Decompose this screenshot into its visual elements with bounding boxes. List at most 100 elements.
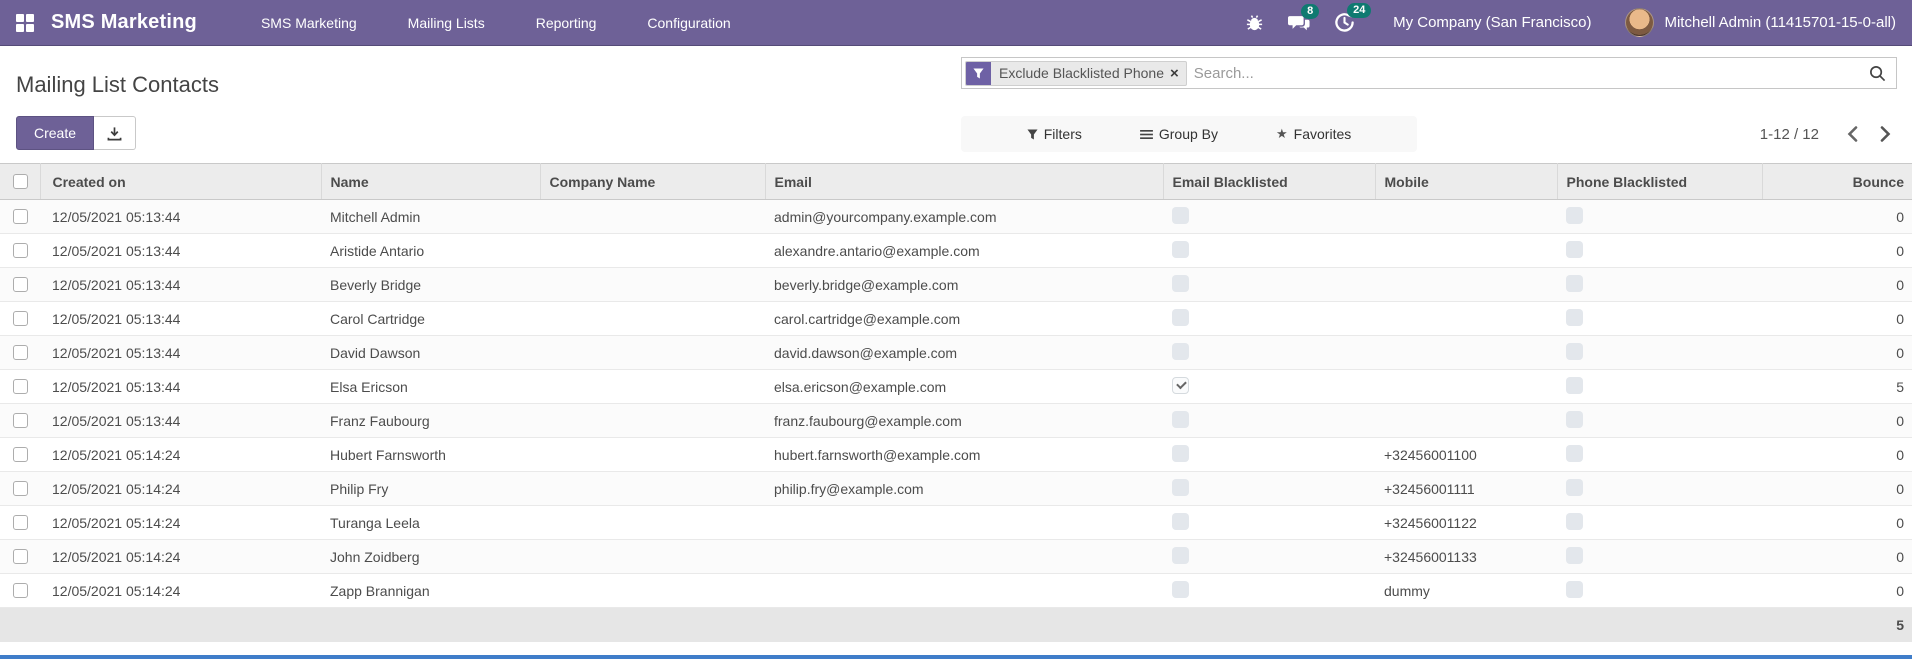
search-input[interactable]: Search... <box>1194 65 1869 82</box>
cell-email: alexandre.antario@example.com <box>765 233 1163 268</box>
column-name[interactable]: Name <box>321 163 541 200</box>
pager-range: 1-12 / 12 <box>1759 125 1819 143</box>
debug-bug-icon[interactable] <box>1245 13 1264 32</box>
table-row[interactable]: 12/05/2021 05:13:44 Mitchell Admin admin… <box>0 199 1912 234</box>
row-select-checkbox[interactable] <box>13 549 28 564</box>
row-select-checkbox[interactable] <box>13 515 28 530</box>
table-row[interactable]: 12/05/2021 05:13:44 David Dawson david.d… <box>0 335 1912 370</box>
table-row[interactable]: 12/05/2021 05:13:44 Elsa Ericson elsa.er… <box>0 369 1912 404</box>
cell-name: Franz Faubourg <box>321 403 540 438</box>
email-blacklisted-checkbox <box>1172 240 1189 258</box>
row-select-checkbox[interactable] <box>13 277 28 292</box>
company-switcher[interactable]: My Company (San Francisco) <box>1393 14 1591 31</box>
search-facet: Exclude Blacklisted Phone × <box>965 60 1187 86</box>
search-submit-button[interactable] <box>1869 65 1886 82</box>
cell-email: admin@yourcompany.example.com <box>765 199 1163 234</box>
user-avatar[interactable] <box>1625 8 1655 37</box>
cell-created-on: 12/05/2021 05:13:44 <box>40 301 321 336</box>
email-blacklisted-checkbox <box>1172 546 1189 564</box>
cell-created-on: 12/05/2021 05:14:24 <box>40 437 321 472</box>
messages-icon[interactable]: 8 <box>1288 4 1320 32</box>
email-blacklisted-checkbox <box>1172 512 1189 530</box>
table-row[interactable]: 12/05/2021 05:14:24 Hubert Farnsworth hu… <box>0 437 1912 472</box>
column-bounce[interactable]: Bounce <box>1762 163 1912 200</box>
cell-mobile <box>1375 301 1557 336</box>
table-row[interactable]: 12/05/2021 05:13:44 Carol Cartridge caro… <box>0 301 1912 336</box>
column-phone-blacklisted[interactable]: Phone Blacklisted <box>1557 163 1763 200</box>
main-menu: SMS Marketing Mailing Lists Reporting Co… <box>259 1 733 45</box>
phone-blacklisted-checkbox <box>1566 274 1583 292</box>
row-select-checkbox[interactable] <box>13 379 28 394</box>
cell-bounce: 0 <box>1762 267 1912 302</box>
table-row[interactable]: 12/05/2021 05:13:44 Beverly Bridge bever… <box>0 267 1912 302</box>
column-email-blacklisted[interactable]: Email Blacklisted <box>1163 163 1376 200</box>
table-footer-row: 5 <box>0 607 1912 642</box>
cell-company-name <box>540 369 765 404</box>
table-row[interactable]: 12/05/2021 05:14:24 Zapp Brannigan dummy… <box>0 573 1912 608</box>
favorites-button[interactable]: ★ Favorites <box>1270 125 1357 143</box>
row-select-checkbox[interactable] <box>13 583 28 598</box>
cell-email <box>765 539 1163 574</box>
row-select-checkbox[interactable] <box>13 413 28 428</box>
cell-mobile: +32456001100 <box>1375 437 1557 472</box>
cell-bounce: 0 <box>1762 199 1912 234</box>
cell-mobile <box>1375 335 1557 370</box>
table-row[interactable]: 12/05/2021 05:14:24 John Zoidberg +32456… <box>0 539 1912 574</box>
column-company-name[interactable]: Company Name <box>540 163 766 200</box>
app-brand[interactable]: SMS Marketing <box>51 11 197 34</box>
cell-company-name <box>540 573 765 608</box>
table-row[interactable]: 12/05/2021 05:14:24 Turanga Leela +32456… <box>0 505 1912 540</box>
cell-created-on: 12/05/2021 05:14:24 <box>40 471 321 506</box>
column-mobile[interactable]: Mobile <box>1375 163 1558 200</box>
cell-bounce: 5 <box>1762 369 1912 404</box>
table-row[interactable]: 12/05/2021 05:13:44 Franz Faubourg franz… <box>0 403 1912 438</box>
messages-count-badge[interactable]: 8 <box>1301 4 1320 19</box>
menu-configuration[interactable]: Configuration <box>645 1 732 45</box>
cell-company-name <box>540 437 765 472</box>
menu-sms-marketing[interactable]: SMS Marketing <box>259 1 359 45</box>
cell-mobile <box>1375 369 1557 404</box>
pager-previous-button[interactable] <box>1841 122 1864 146</box>
create-button[interactable]: Create <box>16 116 95 150</box>
cell-name: Beverly Bridge <box>321 267 540 302</box>
table-row[interactable]: 12/05/2021 05:13:44 Aristide Antario ale… <box>0 233 1912 268</box>
activities-clock-icon[interactable]: 24 <box>1334 3 1372 33</box>
cell-created-on: 12/05/2021 05:14:24 <box>40 539 321 574</box>
row-select-checkbox[interactable] <box>13 481 28 496</box>
facet-remove-button[interactable]: × <box>1170 62 1186 85</box>
search-icon <box>1870 65 1886 81</box>
cell-company-name <box>540 471 765 506</box>
group-by-button[interactable]: Group By <box>1134 125 1224 143</box>
cell-name: John Zoidberg <box>321 539 540 574</box>
activities-count-badge[interactable]: 24 <box>1347 3 1372 18</box>
contacts-table: Created on Name Company Name Email Email… <box>0 163 1912 642</box>
pager-next-button[interactable] <box>1874 122 1897 146</box>
select-all-checkbox[interactable] <box>13 174 28 189</box>
row-select-checkbox[interactable] <box>13 345 28 360</box>
cell-bounce: 0 <box>1762 335 1912 370</box>
row-select-checkbox[interactable] <box>13 311 28 326</box>
menu-mailing-lists[interactable]: Mailing Lists <box>406 1 487 45</box>
row-select-checkbox[interactable] <box>13 209 28 224</box>
menu-reporting[interactable]: Reporting <box>534 1 599 45</box>
email-blacklisted-checkbox <box>1172 410 1189 428</box>
apps-menu-icon[interactable] <box>16 13 34 32</box>
filters-button[interactable]: Filters <box>1021 125 1088 143</box>
user-menu[interactable]: Mitchell Admin (11415701-15-0-all) <box>1664 14 1896 31</box>
column-created-on[interactable]: Created on <box>40 163 322 200</box>
export-button[interactable] <box>94 116 137 150</box>
table-row[interactable]: 12/05/2021 05:14:24 Philip Fry philip.fr… <box>0 471 1912 506</box>
email-blacklisted-checkbox <box>1172 444 1189 462</box>
row-select-checkbox[interactable] <box>13 243 28 258</box>
phone-blacklisted-checkbox <box>1566 410 1583 428</box>
row-select-checkbox[interactable] <box>13 447 28 462</box>
cell-bounce: 0 <box>1762 573 1912 608</box>
cell-name: Elsa Ericson <box>321 369 540 404</box>
cell-created-on: 12/05/2021 05:13:44 <box>40 403 321 438</box>
cell-name: Carol Cartridge <box>321 301 540 336</box>
phone-blacklisted-checkbox <box>1566 512 1583 530</box>
column-email[interactable]: Email <box>765 163 1164 200</box>
search-bar[interactable]: Exclude Blacklisted Phone × Search... <box>961 57 1897 89</box>
cell-email: elsa.ericson@example.com <box>765 369 1163 404</box>
cell-bounce: 0 <box>1762 539 1912 574</box>
